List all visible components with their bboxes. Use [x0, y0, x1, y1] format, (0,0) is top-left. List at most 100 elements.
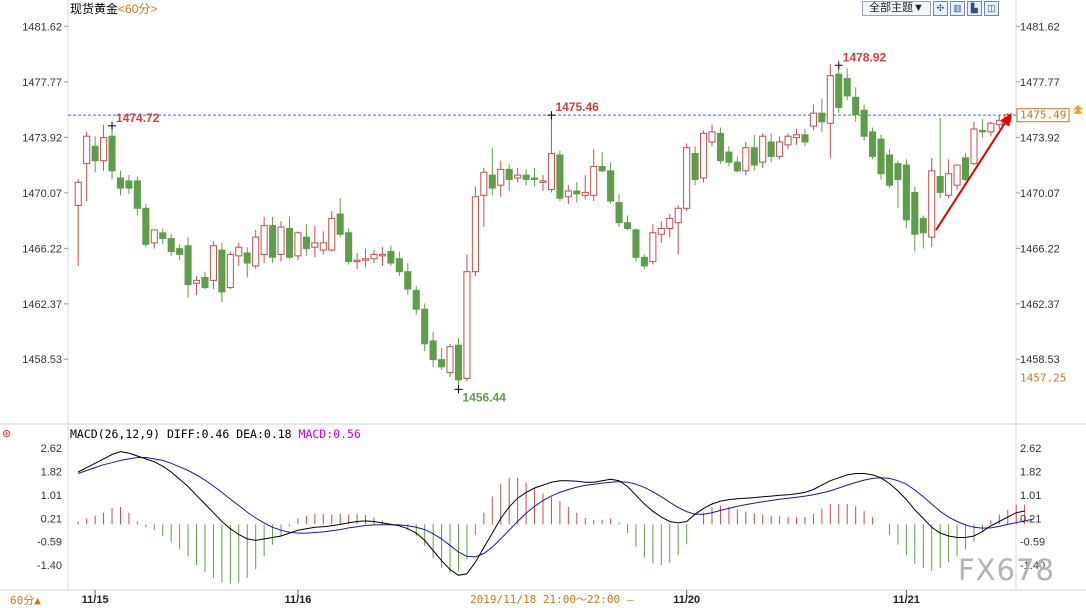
- candle: [235, 242, 243, 266]
- candle: [716, 127, 725, 164]
- price-tick-label-left: 1462.37: [22, 299, 62, 311]
- candle-body-up: [970, 128, 978, 165]
- candle: [302, 224, 310, 256]
- candle: [429, 332, 437, 367]
- candle-body-down: [269, 225, 277, 258]
- crosshair-icon[interactable]: ✣: [932, 1, 948, 16]
- dea-value: DEA:0.18: [236, 427, 292, 441]
- candle: [184, 237, 192, 298]
- candle: [285, 216, 294, 259]
- macd-tick-label-right: 2.62: [1020, 443, 1041, 455]
- candle-body-up: [649, 232, 657, 263]
- candle-body-up: [235, 246, 243, 257]
- candle-body-up: [674, 207, 682, 224]
- candle-body-up: [83, 135, 91, 165]
- candle-body-down: [116, 177, 125, 189]
- candle: [531, 167, 539, 187]
- layout-icon[interactable]: ▥: [949, 1, 965, 16]
- candle-body-up: [277, 226, 285, 255]
- candle: [108, 125, 116, 180]
- theme-dropdown[interactable]: 全部主题▼: [862, 1, 931, 16]
- candle-body-down: [835, 73, 843, 108]
- candle-body-up: [361, 258, 370, 261]
- candle: [843, 68, 851, 101]
- axis-labels: 1481.62 1481.62 1477.77 1477.77 1473.92 1473.…: [22, 21, 1060, 604]
- macd-tick-label-left: 0.21: [41, 513, 62, 525]
- price-tick-label-right: 1473.92: [1020, 132, 1060, 144]
- period-selector[interactable]: 60分▲: [10, 592, 41, 608]
- candle-body-down: [429, 340, 437, 361]
- candle-body-down: [691, 153, 699, 180]
- candlestick-series[interactable]: [74, 64, 1012, 390]
- candle: [463, 254, 471, 382]
- candle-body-down: [640, 256, 648, 267]
- candle: [421, 303, 429, 351]
- candle-body-down: [843, 78, 851, 97]
- macd-params: MACD(26,12,9): [70, 427, 161, 441]
- candle: [209, 241, 217, 290]
- candle-body-up: [987, 122, 995, 133]
- candle: [226, 251, 234, 290]
- candle: [928, 157, 936, 248]
- candle: [176, 244, 184, 261]
- candle: [336, 198, 344, 238]
- candle-body-up: [226, 253, 234, 289]
- candle: [488, 147, 496, 196]
- settings-icon[interactable]: ⊛: [2, 427, 11, 440]
- candle: [691, 146, 699, 186]
- window-icon[interactable]: ◫: [983, 1, 999, 16]
- candle-body-up: [657, 227, 665, 235]
- candle-body-up: [209, 245, 217, 281]
- candle-body-down: [488, 174, 496, 189]
- price-tick-label-left: 1473.92: [22, 132, 62, 144]
- candle-body-down: [454, 344, 463, 381]
- candle: [438, 348, 446, 370]
- candle: [91, 136, 99, 173]
- candle-body-down: [801, 134, 809, 143]
- candle-body-down: [607, 170, 615, 202]
- instrument-period[interactable]: <60分>: [118, 2, 157, 16]
- candle-body-up: [742, 147, 750, 172]
- candle-body-up: [666, 217, 674, 229]
- candle-body-down: [395, 258, 403, 273]
- candle-body-down: [818, 112, 826, 123]
- candle-body-up: [539, 180, 547, 183]
- candle-body-up: [497, 168, 505, 186]
- chart-type-icon[interactable]: ▙: [966, 1, 982, 16]
- candle: [142, 203, 150, 248]
- candle: [361, 248, 370, 268]
- candle: [471, 186, 479, 277]
- candle: [657, 221, 665, 243]
- diff-value: DIFF:0.46: [166, 427, 230, 441]
- candle: [953, 164, 961, 190]
- candle-body-down: [869, 131, 877, 157]
- watermark: FX678: [958, 553, 1055, 587]
- candle-body-down: [387, 251, 395, 264]
- candle-body-up: [514, 174, 522, 179]
- candle-body-down: [877, 138, 885, 175]
- x-tick-label: 11/21: [893, 594, 920, 604]
- candle-body-up: [826, 75, 834, 124]
- candle: [902, 159, 910, 229]
- candle: [159, 228, 167, 245]
- candle-body-up: [776, 141, 784, 157]
- candle: [370, 250, 378, 264]
- candle-body-up: [590, 165, 598, 196]
- candle-body-down: [201, 276, 209, 289]
- candle-body-up: [378, 253, 386, 257]
- candle: [649, 224, 657, 265]
- candle-body-down: [176, 248, 184, 255]
- candle-body-up: [708, 131, 716, 143]
- candle-body-up: [759, 135, 767, 163]
- candle-body-down: [860, 109, 868, 137]
- candle: [818, 98, 826, 132]
- candle: [826, 64, 834, 158]
- candle-body-up: [294, 232, 302, 257]
- candle: [319, 231, 327, 255]
- candle-body-down: [531, 177, 539, 180]
- candle: [590, 149, 598, 202]
- candle-body-up: [945, 173, 953, 196]
- candle-body-down: [623, 222, 632, 229]
- price-tick-label-left: 1477.77: [22, 77, 62, 89]
- candle-body-up: [809, 112, 817, 127]
